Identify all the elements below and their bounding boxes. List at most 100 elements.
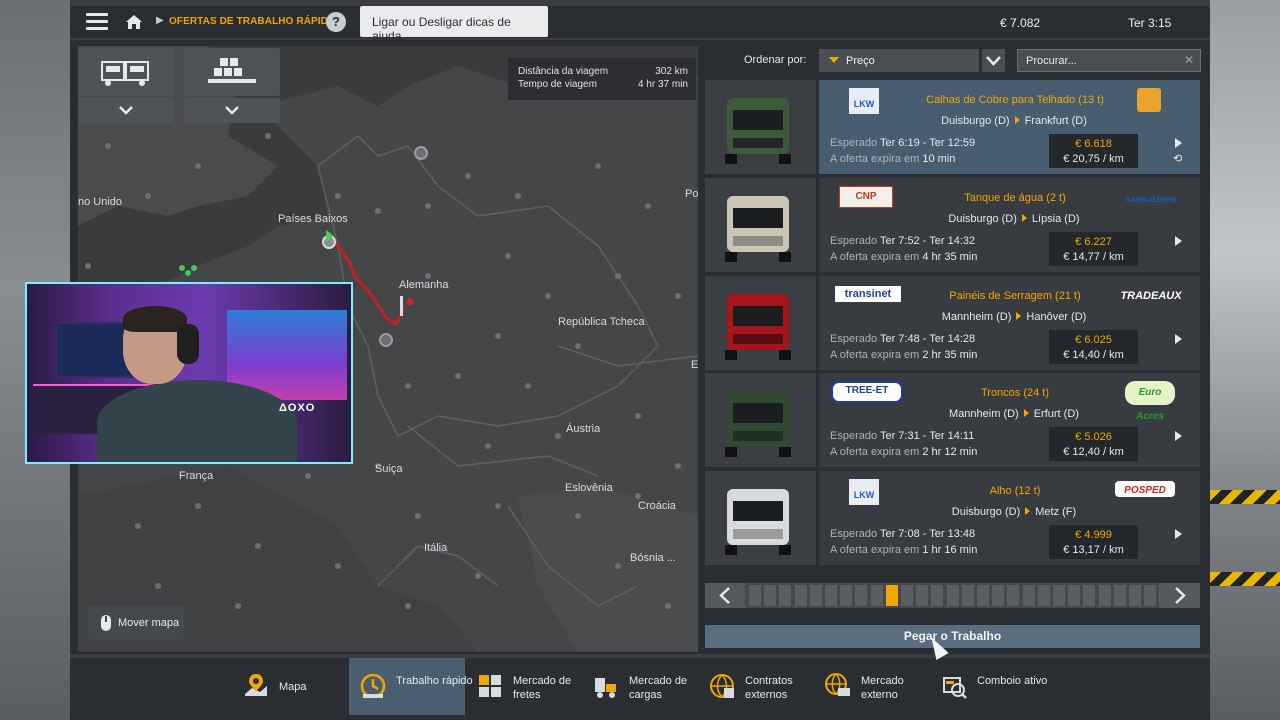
route-to: Erfurt (D) <box>1033 408 1079 420</box>
page-cell[interactable] <box>764 585 777 606</box>
sort-value: Preço <box>846 55 875 67</box>
map-icon <box>245 674 267 696</box>
trip-info: Distância da viagem 302 km Tempo de viag… <box>508 58 696 100</box>
page-cell[interactable] <box>961 585 974 606</box>
expire-label: A oferta expira em <box>830 446 920 458</box>
tab-freight-market[interactable]: Mercado de fretes <box>466 658 582 715</box>
page-cell[interactable] <box>1129 585 1141 606</box>
job-item[interactable]: CNP Tanque de água (2 t) SANBUILDERS Dui… <box>705 178 1200 272</box>
sort-select[interactable]: Preço <box>819 49 979 72</box>
page-cell[interactable] <box>840 585 853 606</box>
next-page-button[interactable] <box>1160 583 1200 608</box>
page-cell[interactable] <box>1098 585 1111 606</box>
page-cell[interactable] <box>809 585 822 606</box>
tab-cargo-market[interactable]: Mercado de cargas <box>582 658 698 715</box>
trip-time-label: Tempo de viagem <box>518 79 597 90</box>
cargo-name: Alho (12 t) <box>989 485 1041 497</box>
page-cell[interactable] <box>1144 585 1157 606</box>
tab-quick-job[interactable]: Trabalho rápido <box>349 658 473 715</box>
help-icon[interactable]: ? <box>326 12 346 32</box>
truck-thumbnail <box>705 373 816 467</box>
open-job-arrow-icon[interactable] <box>1175 138 1182 148</box>
tab-active-convoy-label: Comboio ativo <box>977 675 1048 687</box>
truck-filter-dropdown[interactable] <box>78 98 174 123</box>
take-job-button[interactable]: Pegar o Trabalho <box>705 625 1200 648</box>
tab-map[interactable]: Mapa <box>232 658 342 715</box>
expire-time: A oferta expira em 1 hr 16 min <box>830 544 977 556</box>
truck-image <box>725 489 791 555</box>
open-job-arrow-icon[interactable] <box>1175 236 1182 246</box>
page-cell[interactable] <box>779 585 792 606</box>
page-cell[interactable] <box>794 585 807 606</box>
job-item[interactable]: LKW Calhas de Cobre para Telhado (13 t) … <box>705 80 1200 174</box>
search-input[interactable] <box>1018 50 1180 71</box>
page-cell[interactable] <box>1007 585 1020 606</box>
page-cell[interactable] <box>977 585 989 606</box>
cargo-name: Painéis de Serragem (21 t) <box>949 290 1081 302</box>
chevron-down-icon <box>225 106 239 115</box>
page-cell[interactable] <box>992 585 1005 606</box>
page-cell[interactable] <box>870 585 883 606</box>
trip-distance-label: Distância da viagem <box>518 66 609 77</box>
prev-page-button[interactable] <box>705 583 745 608</box>
job-item[interactable]: transinet Painéis de Serragem (21 t) TRA… <box>705 276 1200 370</box>
hazard-stripe <box>1210 572 1280 586</box>
open-job-arrow-icon[interactable] <box>1175 334 1182 344</box>
open-job-arrow-icon[interactable] <box>1175 529 1182 539</box>
truck-thumbnail <box>705 471 816 565</box>
map-label-slovenia: Eslovênia <box>565 482 613 494</box>
page-cell[interactable] <box>901 585 913 606</box>
page-cell[interactable] <box>946 585 959 606</box>
expected-value: Ter 7:08 - Ter 13:48 <box>879 528 976 540</box>
page-cell[interactable] <box>749 585 761 606</box>
page-cell[interactable] <box>916 585 929 606</box>
tab-external-contracts[interactable]: Contratos externos <box>698 658 814 715</box>
page-cell[interactable] <box>1037 585 1050 606</box>
tab-map-label: Mapa <box>279 681 307 693</box>
tab-active-convoy[interactable]: Comboio ativo <box>930 658 1047 715</box>
page-cell[interactable] <box>1068 585 1081 606</box>
expected-label: Esperado <box>830 430 878 442</box>
clear-search-icon[interactable]: ✕ <box>1184 53 1194 67</box>
expected-value: Ter 7:48 - Ter 14:28 <box>879 333 976 345</box>
company-logo-right: Euro Acres <box>1125 381 1175 422</box>
page-cell[interactable] <box>931 585 944 606</box>
map-label-netherlands: Países Baixos <box>278 213 348 225</box>
menu-icon[interactable] <box>86 13 108 31</box>
sort-dropdown-button[interactable] <box>982 49 1005 72</box>
job-price: € 5.026 <box>1075 431 1112 443</box>
cargo-icon <box>208 58 256 83</box>
page-cell[interactable] <box>1113 585 1126 606</box>
page-cell[interactable] <box>1083 585 1096 606</box>
home-icon[interactable] <box>124 12 144 32</box>
open-job-arrow-icon[interactable] <box>1175 431 1182 441</box>
truck-thumbnail <box>705 276 816 370</box>
truck-filter-button[interactable] <box>78 48 174 96</box>
job-item[interactable]: LKW Alho (12 t) POSPED Duisburgo (D) Metz… <box>705 471 1200 565</box>
job-price-per-km: € 20,75 / km <box>1063 153 1124 165</box>
expire-time: A oferta expira em 10 min <box>830 153 955 165</box>
page-cell[interactable] <box>1022 585 1035 606</box>
cargo-filter-button[interactable] <box>184 48 280 96</box>
expire-label: A oferta expira em <box>830 544 920 556</box>
move-map-hint[interactable]: Mover mapa <box>88 606 184 640</box>
expire-label: A oferta expira em <box>830 251 920 263</box>
tab-external-market[interactable]: Mercado externo <box>814 658 930 715</box>
page-cell[interactable] <box>855 585 868 606</box>
webcam-brand-text: ΔOXO <box>279 402 316 414</box>
map-label-uk: no Unido <box>78 196 123 208</box>
map-label-e: E <box>691 359 698 371</box>
page-cell[interactable] <box>885 585 898 606</box>
page-cell[interactable] <box>1053 585 1065 606</box>
job-card: LKW Alho (12 t) POSPED Duisburgo (D) Metz… <box>819 471 1200 565</box>
job-item[interactable]: TREE-ET Troncos (24 t) Euro Acres Mannhe… <box>705 373 1200 467</box>
truck-icon <box>101 61 149 86</box>
globe-truck-icon <box>825 673 850 696</box>
route-arrow-icon <box>1025 507 1031 515</box>
page-cell[interactable] <box>825 585 837 606</box>
company-logo-right: TRADEAUX <box>1120 290 1182 302</box>
cargo-filter-dropdown[interactable] <box>184 98 280 123</box>
expire-value: 2 hr 12 min <box>922 446 978 458</box>
map-label-italy: Itália <box>424 542 448 554</box>
route-from: Duisburgo (D) <box>951 506 1021 518</box>
